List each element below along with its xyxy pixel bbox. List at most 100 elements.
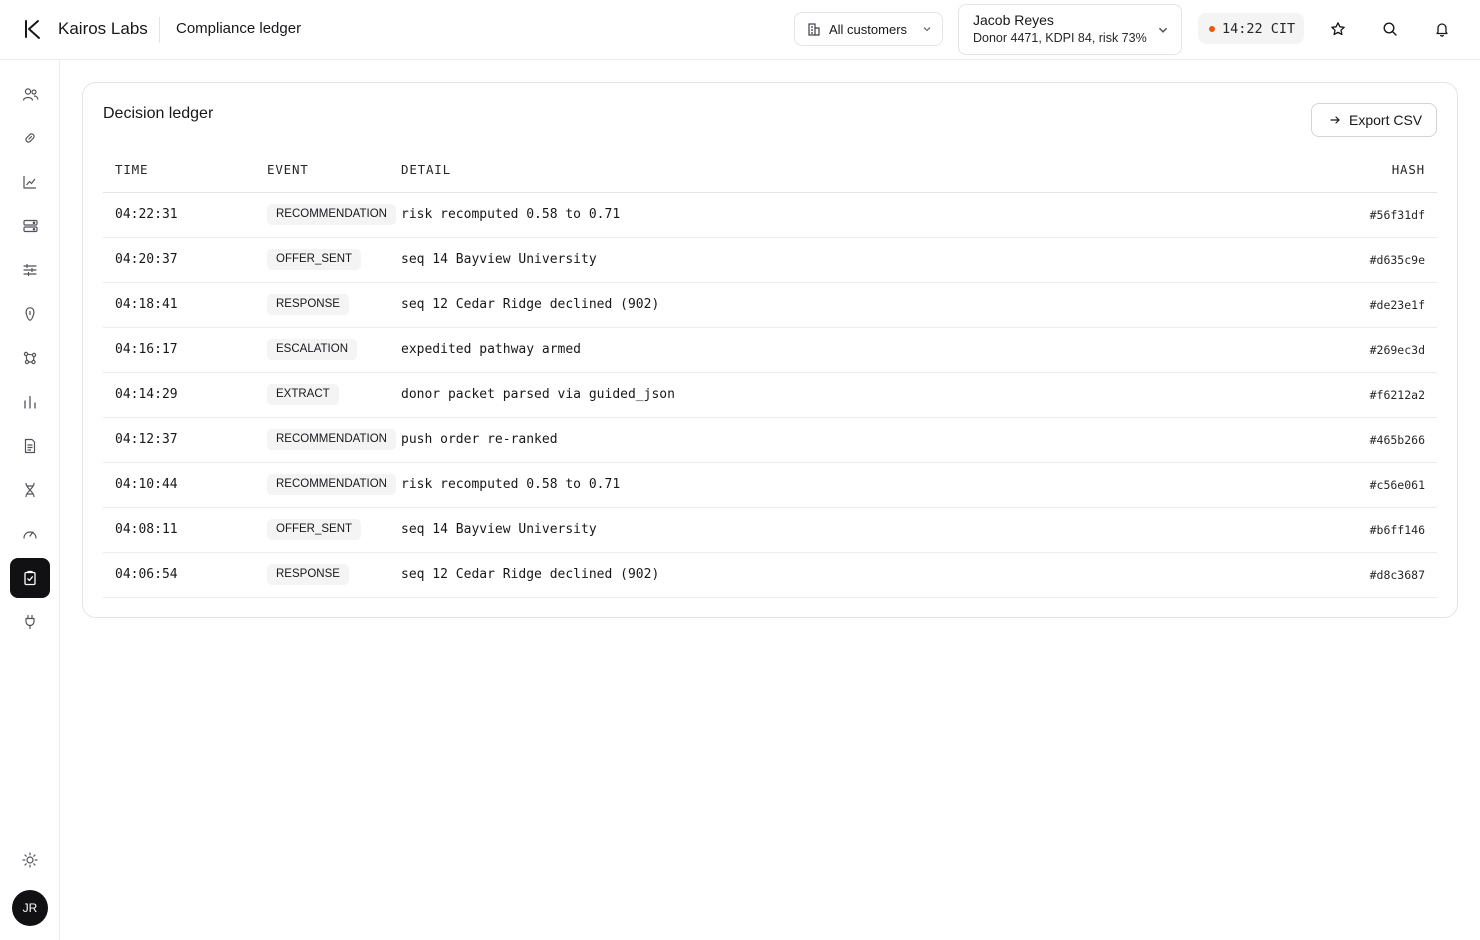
table-row[interactable]: 04:06:54 RESPONSE seq 12 Cedar Ridge decli… (103, 552, 1437, 598)
table-row[interactable]: 04:20:37 OFFER_SENT seq 14 Bayview Univers… (103, 237, 1437, 283)
sidebar-item-documents[interactable] (10, 426, 50, 466)
row-time: 04:22:31 (103, 192, 267, 238)
search-icon (1383, 22, 1397, 36)
arrow-right-icon (1330, 116, 1340, 124)
sidebar: JR (0, 60, 60, 940)
sidebar-item-links[interactable] (10, 118, 50, 158)
kairos-logo-icon[interactable] (22, 18, 44, 40)
event-badge: RECOMMENDATION (267, 428, 396, 451)
event-badge: RESPONSE (267, 563, 349, 586)
notifications-button[interactable] (1432, 19, 1452, 39)
row-event-cell: RECOMMENDATION (267, 192, 401, 238)
sidebar-item-analytics[interactable] (10, 382, 50, 422)
column-header-detail[interactable]: DETAIL (401, 147, 1317, 193)
row-event-cell: RESPONSE (267, 552, 401, 598)
users-icon (22, 87, 38, 101)
row-hash[interactable]: #56f31df (1317, 192, 1437, 238)
trend-chart-icon (23, 176, 36, 189)
table-row[interactable]: 04:10:44 RECOMMENDATION risk recomputed 0.… (103, 462, 1437, 508)
status-dot (1209, 25, 1215, 32)
table-row[interactable]: 04:12:37 RECOMMENDATION push order re-rank… (103, 417, 1437, 463)
column-header-hash[interactable]: HASH (1317, 147, 1437, 193)
sidebar-item-genetics[interactable] (10, 470, 50, 510)
row-event-cell: OFFER_SENT (267, 237, 401, 283)
network-icon (23, 351, 37, 365)
bar-chart-icon (24, 395, 36, 409)
row-time: 04:08:11 (103, 507, 267, 553)
row-hash[interactable]: #c56e061 (1317, 462, 1437, 508)
row-hash[interactable]: #d635c9e (1317, 237, 1437, 283)
building-icon (808, 23, 820, 36)
row-event-cell: RECOMMENDATION (267, 417, 401, 463)
row-hash[interactable]: #d8c3687 (1317, 552, 1437, 598)
row-event-cell: ESCALATION (267, 327, 401, 373)
decision-ledger-card: Decision ledger Export CSV TIME EVENT DE… (82, 82, 1458, 618)
table-row[interactable]: 04:22:31 RECOMMENDATION risk recomputed 0.… (103, 192, 1437, 238)
table-row[interactable]: 04:16:17 ESCALATION expedited pathway arme… (103, 327, 1437, 373)
sliders-icon (23, 263, 37, 277)
link-icon (25, 133, 35, 143)
clock-badge: 14:22 CIT (1198, 13, 1304, 44)
row-event-cell: RESPONSE (267, 282, 401, 328)
row-hash[interactable]: #de23e1f (1317, 282, 1437, 328)
sidebar-item-organs[interactable] (10, 294, 50, 334)
sidebar-item-settings-sliders[interactable] (10, 250, 50, 290)
row-event-cell: RECOMMENDATION (267, 462, 401, 508)
star-icon (1331, 22, 1345, 36)
sun-icon (22, 852, 38, 868)
sidebar-item-users[interactable] (10, 74, 50, 114)
row-detail: seq 14 Bayview University (401, 507, 1317, 553)
table-row[interactable]: 04:08:11 OFFER_SENT seq 14 Bayview Univers… (103, 507, 1437, 553)
table-row[interactable]: 04:18:41 RESPONSE seq 12 Cedar Ridge decli… (103, 282, 1437, 328)
page-title: Compliance ledger (176, 20, 302, 37)
kidney-icon (25, 307, 35, 321)
event-badge: EXTRACT (267, 383, 339, 406)
event-badge: RECOMMENDATION (267, 473, 396, 496)
bell-icon (1436, 23, 1448, 37)
event-badge: ESCALATION (267, 338, 357, 361)
column-header-time[interactable]: TIME (103, 147, 267, 193)
patient-selector[interactable]: Jacob Reyes Donor 4471, KDPI 84, risk 73… (958, 4, 1182, 55)
gauge-icon (23, 531, 37, 539)
sidebar-item-servers[interactable] (10, 206, 50, 246)
row-hash[interactable]: #f6212a2 (1317, 372, 1437, 418)
customer-filter-label: All customers (829, 21, 908, 37)
document-icon (24, 438, 36, 454)
plug-icon (25, 614, 35, 630)
table-header-row: TIME EVENT DETAIL HASH (103, 147, 1437, 193)
avatar[interactable]: JR (12, 890, 48, 926)
chevron-down-icon (923, 27, 931, 32)
export-csv-button[interactable]: Export CSV (1311, 103, 1437, 137)
sidebar-item-integrations[interactable] (10, 602, 50, 642)
sidebar-item-compliance[interactable] (10, 558, 50, 598)
theme-toggle-button[interactable] (10, 840, 50, 880)
row-hash[interactable]: #b6ff146 (1317, 507, 1437, 553)
event-badge: RESPONSE (267, 293, 349, 316)
top-bar: Kairos Labs Compliance ledger All custom… (0, 0, 1480, 60)
row-detail: seq 14 Bayview University (401, 237, 1317, 283)
column-header-event[interactable]: EVENT (267, 147, 401, 193)
row-time: 04:12:37 (103, 417, 267, 463)
sidebar-item-performance[interactable] (10, 514, 50, 540)
ledger-table: TIME EVENT DETAIL HASH 04:22:31 RECOMMEND… (103, 147, 1437, 598)
row-hash[interactable]: #465b266 (1317, 417, 1437, 463)
row-detail: expedited pathway armed (401, 327, 1317, 373)
row-detail: risk recomputed 0.58 to 0.71 (401, 192, 1317, 238)
search-button[interactable] (1380, 19, 1400, 39)
row-hash[interactable]: #269ec3d (1317, 327, 1437, 373)
server-icon (22, 219, 38, 233)
patient-name: Jacob Reyes (973, 12, 1054, 28)
row-detail: seq 12 Cedar Ridge declined (902) (401, 552, 1317, 598)
customer-filter-select[interactable]: All customers (794, 12, 943, 46)
brand-name: Kairos Labs (58, 19, 148, 38)
row-time: 04:16:17 (103, 327, 267, 373)
favorite-button[interactable] (1328, 19, 1348, 39)
sidebar-item-trends[interactable] (10, 162, 50, 202)
event-badge: RECOMMENDATION (267, 203, 396, 226)
sidebar-item-network[interactable] (10, 338, 50, 378)
row-event-cell: OFFER_SENT (267, 507, 401, 553)
table-row[interactable]: 04:14:29 EXTRACT donor packet parsed via g… (103, 372, 1437, 418)
event-badge: OFFER_SENT (267, 518, 362, 541)
row-time: 04:20:37 (103, 237, 267, 283)
row-event-cell: EXTRACT (267, 372, 401, 418)
